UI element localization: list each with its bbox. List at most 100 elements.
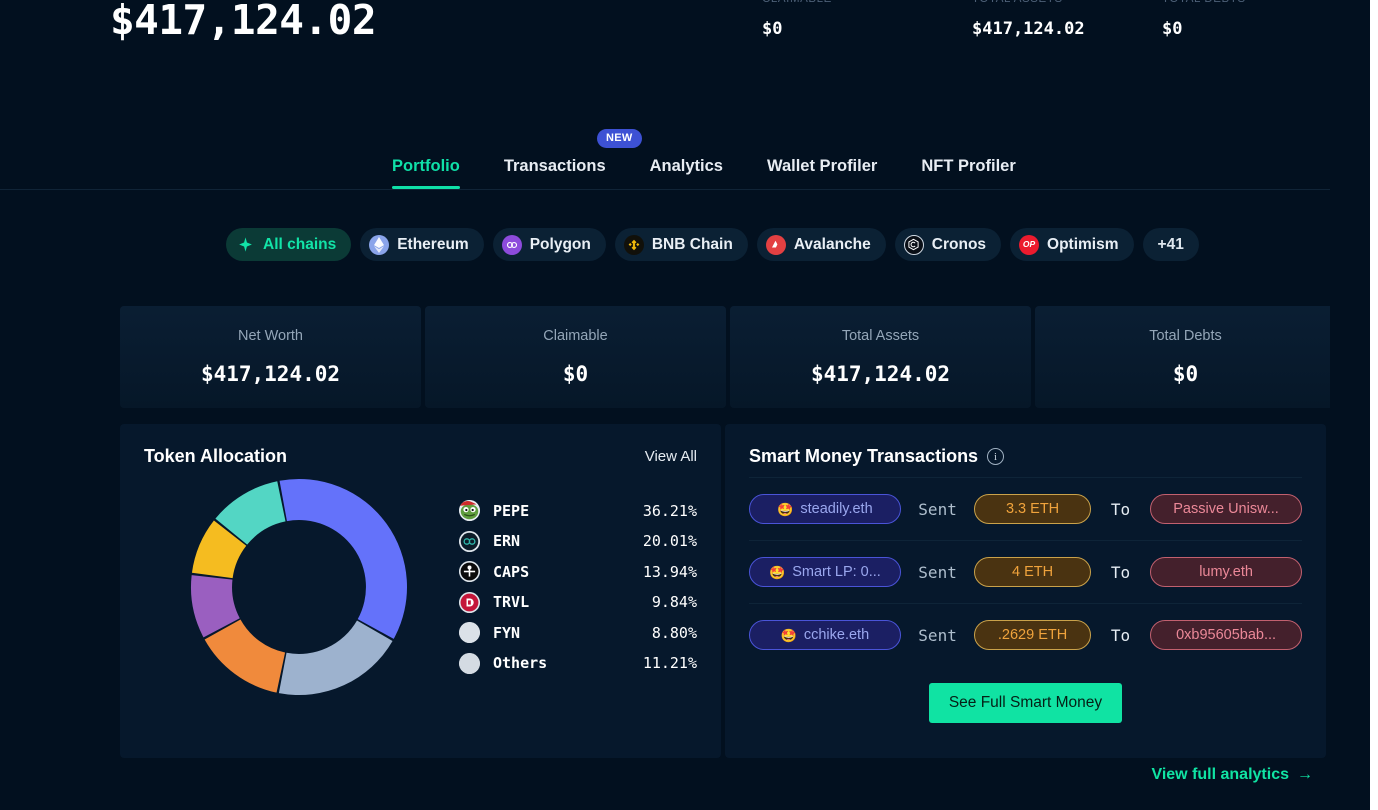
chain-chip-label: Optimism: [1047, 235, 1119, 253]
stat-card-claimable: Claimable $0: [425, 306, 726, 408]
arrow-right-icon: →: [1297, 766, 1313, 783]
stat-card-value: $0: [1172, 362, 1199, 386]
page-right-edge: [1370, 0, 1378, 810]
chain-chip-polygon[interactable]: Polygon: [492, 228, 606, 261]
legend-row[interactable]: TRVL 9.84%: [459, 587, 697, 618]
transaction-amount-pill[interactable]: 4 ETH: [974, 557, 1091, 587]
legend-row[interactable]: FYN 8.80%: [459, 618, 697, 649]
legend-token-name: Others: [493, 654, 548, 673]
chain-chip-cronos[interactable]: Cronos: [894, 228, 1002, 261]
caps-token-icon: [459, 561, 480, 583]
chain-chip-label: Polygon: [529, 235, 591, 253]
token-allocation-legend: PEPE 36.21% ERN 20.01% CAPS 13.94% TRVL 9.84% FY…: [453, 496, 697, 679]
transaction-to-pill[interactable]: 0xb95605bab...: [1150, 620, 1302, 650]
stat-card-label: Claimable: [543, 328, 608, 344]
stat-card-label: Total Debts: [1149, 328, 1222, 344]
header-stat-label: TOTAL DEBTS: [1162, 0, 1246, 6]
transaction-from-pill[interactable]: 🤩 cchike.eth: [749, 620, 901, 650]
transaction-verb: Sent: [918, 625, 957, 645]
smart-money-transaction-row: 🤩 steadily.eth Sent 3.3 ETH To Passive Unisw.…: [749, 477, 1302, 540]
chain-chip-ethereum[interactable]: Ethereum: [360, 228, 484, 261]
see-full-smart-money-button[interactable]: See Full Smart Money: [928, 683, 1123, 723]
legend-token-percent: 36.21%: [642, 501, 697, 520]
transaction-to-pill[interactable]: lumy.eth: [1150, 557, 1302, 587]
header-net-worth-value: $417,124.02: [110, 0, 377, 44]
transaction-amount-pill[interactable]: 3.3 ETH: [974, 494, 1091, 524]
legend-token-percent: 8.80%: [651, 623, 697, 642]
chain-chip-label: All chains: [263, 235, 337, 253]
donut-chart-wrapper: [144, 475, 453, 699]
stat-card-value: $417,124.02: [810, 362, 951, 386]
summary-stat-cards: Net Worth $417,124.02 Claimable $0 Total…: [120, 306, 1336, 408]
smart-money-transaction-row: 🤩 Smart LP: 0... Sent 4 ETH To lumy.eth: [749, 540, 1302, 603]
ern-token-icon: [459, 530, 480, 552]
header-stat-claimable: CLAIMABLE $0: [762, 0, 832, 39]
stat-card-value: $417,124.02: [200, 362, 341, 386]
stat-card-net-worth: Net Worth $417,124.02: [120, 306, 421, 408]
dashboard-panels: Token Allocation View All PEPE 36.21% ERN 2…: [120, 424, 1326, 758]
legend-row[interactable]: ERN 20.01%: [459, 526, 697, 557]
transaction-to-pill[interactable]: Passive Unisw...: [1150, 494, 1302, 524]
smart-money-panel: Smart Money Transactions i 🤩 steadily.eth…: [725, 424, 1326, 758]
info-icon[interactable]: i: [987, 448, 1005, 465]
view-all-link[interactable]: View All: [645, 448, 697, 465]
chain-chip-all-chains[interactable]: All chains: [226, 228, 352, 261]
donut-segment-caps[interactable]: [204, 619, 285, 693]
fyn-token-icon: [459, 622, 480, 644]
stat-card-total-assets: Total Assets $417,124.02: [730, 306, 1031, 408]
bottom-spacer: [0, 796, 1378, 810]
sparkle-icon: [235, 235, 255, 255]
avalanche-icon: [765, 234, 786, 255]
chain-chip-more[interactable]: +41: [1142, 228, 1199, 261]
transaction-amount-pill[interactable]: .2629 ETH: [974, 620, 1091, 650]
polygon-icon: [501, 234, 522, 255]
chain-chip-label: Cronos: [931, 235, 987, 253]
star-struck-emoji-icon: 🤩: [780, 627, 797, 643]
chain-chip-optimism[interactable]: OP Optimism: [1010, 228, 1134, 261]
legend-token-name: TRVL: [493, 593, 530, 612]
bnb-icon: [623, 234, 644, 255]
view-full-analytics-link[interactable]: View full analytics →: [1151, 766, 1313, 784]
view-full-analytics-label: View full analytics: [1151, 766, 1289, 783]
donut-segment-ern[interactable]: [278, 620, 393, 695]
new-badge: NEW: [597, 129, 642, 148]
chain-chip-avalanche[interactable]: Avalanche: [756, 228, 886, 261]
legend-token-percent: 11.21%: [642, 654, 697, 673]
tab-analytics[interactable]: Analytics: [628, 157, 745, 189]
transaction-to-label: To: [1110, 499, 1131, 519]
chain-chip-bnb[interactable]: BNB Chain: [614, 228, 748, 261]
stat-card-label: Net Worth: [237, 328, 303, 344]
portfolio-dashboard: $417,124.02 CLAIMABLE $0 TOTAL ASSETS $4…: [0, 0, 1378, 810]
tab-wallet-profiler[interactable]: Wallet Profiler: [745, 157, 899, 189]
smart-money-title-text: Smart Money Transactions: [749, 446, 979, 466]
token-allocation-title: Token Allocation: [144, 446, 288, 466]
smart-money-title: Smart Money Transactions i: [749, 446, 1005, 467]
sticky-summary-header: $417,124.02 CLAIMABLE $0 TOTAL ASSETS $4…: [22, 0, 1330, 70]
header-stat-total-assets: TOTAL ASSETS $417,124.02: [972, 0, 1085, 39]
transaction-verb: Sent: [918, 562, 957, 582]
tab-nft-profiler[interactable]: NFT Profiler: [899, 157, 1037, 189]
transaction-from-pill[interactable]: 🤩 Smart LP: 0...: [749, 557, 901, 587]
token-allocation-panel: Token Allocation View All PEPE 36.21% ERN 2…: [120, 424, 721, 758]
legend-row[interactable]: Others 11.21%: [459, 648, 697, 679]
transaction-from-pill[interactable]: 🤩 steadily.eth: [749, 494, 901, 524]
transaction-from-label: steadily.eth: [800, 501, 873, 517]
token-allocation-donut-chart: [190, 479, 407, 695]
stat-card-total-debts: Total Debts $0: [1035, 306, 1336, 408]
legend-token-percent: 20.01%: [642, 532, 697, 551]
legend-row[interactable]: PEPE 36.21%: [459, 496, 697, 527]
chain-filter-bar: All chains Ethereum Polygon BNB Chain Av…: [226, 228, 1199, 261]
tab-transactions[interactable]: Transactions: [482, 157, 628, 189]
header-stat-total-debts: TOTAL DEBTS $0: [1162, 0, 1246, 39]
smart-money-transaction-row: 🤩 cchike.eth Sent .2629 ETH To 0xb95605bab...: [749, 603, 1302, 666]
chain-chip-label: Avalanche: [793, 235, 871, 253]
legend-token-percent: 13.94%: [642, 562, 697, 581]
tab-portfolio[interactable]: Portfolio: [392, 157, 482, 189]
header-stat-value: $0: [1162, 19, 1183, 39]
header-stat-value: $0: [762, 19, 783, 39]
donut-segment-pepe[interactable]: [279, 479, 407, 639]
legend-row[interactable]: CAPS 13.94%: [459, 557, 697, 588]
legend-token-name: PEPE: [493, 501, 530, 520]
legend-token-name: ERN: [493, 532, 521, 551]
header-stat-value: $417,124.02: [972, 19, 1085, 39]
